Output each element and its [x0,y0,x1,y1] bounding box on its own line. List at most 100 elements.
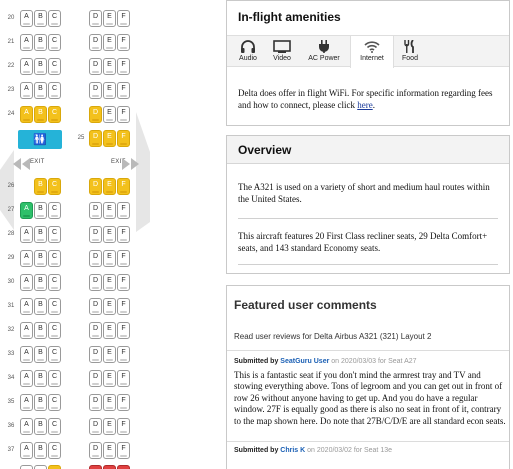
seat-36C[interactable]: C [48,418,61,435]
seat-32D[interactable]: D [89,322,102,339]
seat-32A[interactable]: A [20,322,33,339]
seat-20F[interactable]: F [117,10,130,27]
comment-user-link[interactable]: SeatGuru User [280,358,329,365]
seat-32E[interactable]: E [103,322,116,339]
seat-22D[interactable]: D [89,58,102,75]
seat-25D[interactable]: D [89,130,102,147]
seat-30C[interactable]: C [48,274,61,291]
seat-27B[interactable]: B [34,202,47,219]
seat-34D[interactable]: D [89,370,102,387]
seat-31C[interactable]: C [48,298,61,315]
seat-26D[interactable]: D [89,178,102,195]
seat-20A[interactable]: A [20,10,33,27]
seat-36A[interactable]: A [20,418,33,435]
seat[interactable] [89,465,102,469]
seat-34B[interactable]: B [34,370,47,387]
seat-34F[interactable]: F [117,370,130,387]
seat-26C[interactable]: C [48,178,61,195]
seat-37B[interactable]: B [34,442,47,459]
seat-33E[interactable]: E [103,346,116,363]
seat[interactable] [20,465,33,469]
seat-36F[interactable]: F [117,418,130,435]
seat-23B[interactable]: B [34,82,47,99]
seat-31E[interactable]: E [103,298,116,315]
seat-26E[interactable]: E [103,178,116,195]
seat-28B[interactable]: B [34,226,47,243]
seat-24B[interactable]: B [34,106,47,123]
seat[interactable] [34,465,47,469]
seat-33C[interactable]: C [48,346,61,363]
comment-user-link[interactable]: Chris K [280,447,305,454]
seat[interactable] [117,465,130,469]
seat-27F[interactable]: F [117,202,130,219]
seat-20D[interactable]: D [89,10,102,27]
seat-28A[interactable]: A [20,226,33,243]
seat-33D[interactable]: D [89,346,102,363]
seat-31F[interactable]: F [117,298,130,315]
seat-21D[interactable]: D [89,34,102,51]
seat-32C[interactable]: C [48,322,61,339]
seat-24D[interactable]: D [89,106,102,123]
seat-35F[interactable]: F [117,394,130,411]
seat-21C[interactable]: C [48,34,61,51]
seat-22C[interactable]: C [48,58,61,75]
tab-audio[interactable]: Audio [233,36,263,67]
seat-28F[interactable]: F [117,226,130,243]
seat-21A[interactable]: A [20,34,33,51]
seat-28E[interactable]: E [103,226,116,243]
seat-24A[interactable]: A [20,106,33,123]
seat-34A[interactable]: A [20,370,33,387]
seat-21B[interactable]: B [34,34,47,51]
seat-34C[interactable]: C [48,370,61,387]
seat-23A[interactable]: A [20,82,33,99]
tab-internet[interactable]: Internet [350,36,394,68]
seat-36D[interactable]: D [89,418,102,435]
seat-32F[interactable]: F [117,322,130,339]
seat-23E[interactable]: E [103,82,116,99]
seat-30A[interactable]: A [20,274,33,291]
seat-33A[interactable]: A [20,346,33,363]
seat-23D[interactable]: D [89,82,102,99]
seat-34E[interactable]: E [103,370,116,387]
seat-22E[interactable]: E [103,58,116,75]
seat-37F[interactable]: F [117,442,130,459]
seat-24C[interactable]: C [48,106,61,123]
seat-29A[interactable]: A [20,250,33,267]
seat-22A[interactable]: A [20,58,33,75]
seat-20E[interactable]: E [103,10,116,27]
seat-29E[interactable]: E [103,250,116,267]
seat-21F[interactable]: F [117,34,130,51]
seat-29F[interactable]: F [117,250,130,267]
tab-food[interactable]: Food [397,36,423,67]
seat-32B[interactable]: B [34,322,47,339]
amenity-link[interactable]: here [357,100,373,110]
seat-27D[interactable]: D [89,202,102,219]
seat-30E[interactable]: E [103,274,116,291]
seat-28C[interactable]: C [48,226,61,243]
seat-25E[interactable]: E [103,130,116,147]
seat-30D[interactable]: D [89,274,102,291]
seat-23C[interactable]: C [48,82,61,99]
seat-29C[interactable]: C [48,250,61,267]
seat-27A[interactable]: A [20,202,33,219]
seat-35E[interactable]: E [103,394,116,411]
tab-video[interactable]: Video [267,36,297,67]
seat-27C[interactable]: C [48,202,61,219]
seat-33B[interactable]: B [34,346,47,363]
seat-29D[interactable]: D [89,250,102,267]
seat-30F[interactable]: F [117,274,130,291]
seat[interactable] [103,465,116,469]
seat-22F[interactable]: F [117,58,130,75]
seat-26B[interactable]: B [34,178,47,195]
seat-31B[interactable]: B [34,298,47,315]
seat-31D[interactable]: D [89,298,102,315]
seat-35C[interactable]: C [48,394,61,411]
seat-29B[interactable]: B [34,250,47,267]
seat-33F[interactable]: F [117,346,130,363]
seat-25F[interactable]: F [117,130,130,147]
seat-26F[interactable]: F [117,178,130,195]
tab-ac-power[interactable]: AC Power [303,36,345,67]
seat-35D[interactable]: D [89,394,102,411]
seat-37D[interactable]: D [89,442,102,459]
seat-36E[interactable]: E [103,418,116,435]
